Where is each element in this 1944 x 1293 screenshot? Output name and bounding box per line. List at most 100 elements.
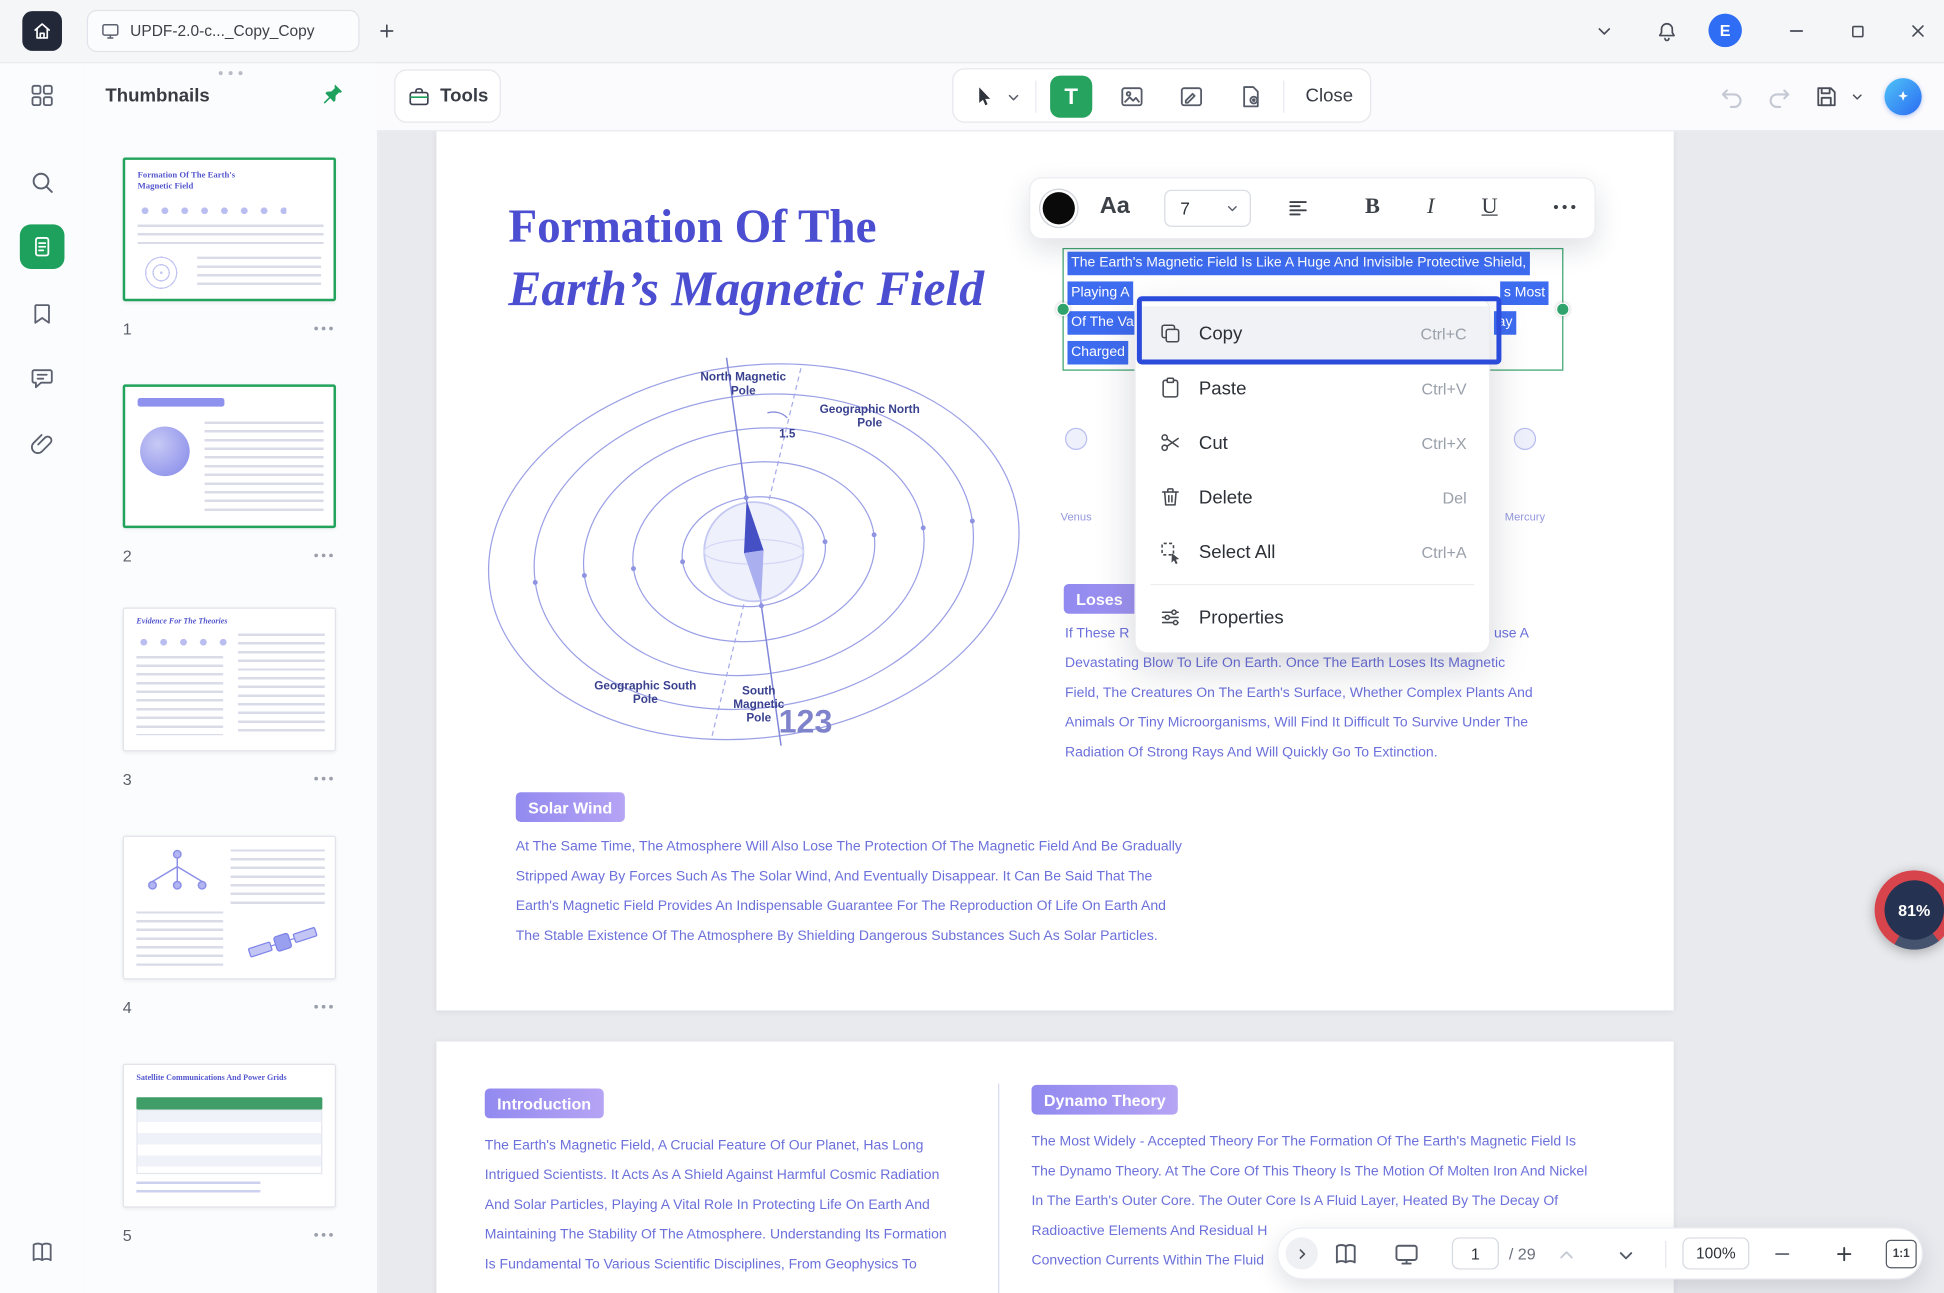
thumb4-menu-button[interactable] (311, 1002, 336, 1012)
link-tool-button[interactable] (1230, 76, 1272, 118)
italic-button[interactable]: I (1427, 193, 1434, 219)
minimize-button[interactable] (1782, 16, 1812, 46)
context-menu-item-paste[interactable]: Paste Ctrl+V (1136, 361, 1489, 416)
thumb4-tree-placeholder (134, 847, 221, 903)
zoom-out-button[interactable] (1772, 1244, 1793, 1265)
save-button[interactable] (1813, 82, 1840, 109)
divider (1035, 81, 1036, 113)
thumb3-dots-placeholder (136, 636, 235, 648)
text-tool-button[interactable]: T (1050, 76, 1092, 118)
next-page-button[interactable] (1615, 1245, 1636, 1266)
watermark-tool-button[interactable] (1170, 76, 1212, 118)
notifications-button[interactable] (1651, 16, 1681, 46)
dots-icon (311, 1002, 336, 1012)
font-family-button[interactable]: Aa (1100, 193, 1130, 220)
save-dropdown[interactable] (1850, 89, 1865, 104)
column-divider (998, 1084, 999, 1293)
selected-text-line: Charged (1067, 341, 1128, 365)
page-total-label: / 29 (1509, 1245, 1536, 1264)
zoom-value: 100% (1696, 1245, 1736, 1262)
thumbnail-page-3[interactable]: Evidence For The Theories (123, 608, 336, 752)
selection-handle-left[interactable] (1056, 303, 1070, 317)
context-menu-item-delete[interactable]: Delete Del (1136, 470, 1489, 525)
thumbnails-tab-button[interactable] (20, 224, 65, 269)
undo-button[interactable] (1718, 82, 1745, 109)
trash-icon (1158, 485, 1183, 510)
maximize-button[interactable] (1842, 16, 1872, 46)
chevron-down-icon (1225, 201, 1240, 216)
tabs-dropdown-button[interactable] (1589, 16, 1619, 46)
align-button[interactable] (1286, 196, 1311, 221)
close-edit-button[interactable]: Close (1306, 69, 1354, 121)
page-layout-button[interactable] (1332, 1240, 1361, 1269)
thumbnail-page-4[interactable] (123, 836, 336, 980)
paragraph-line: Intrigued Scientists. It Acts As A Shiel… (485, 1168, 940, 1183)
previous-page-button[interactable] (1556, 1245, 1577, 1266)
zoom-level-box[interactable]: 100% (1682, 1237, 1749, 1269)
context-menu-item-copy[interactable]: Copy Ctrl+C (1136, 306, 1489, 361)
thumb3-menu-button[interactable] (311, 774, 336, 784)
font-size-select[interactable]: 7 (1164, 190, 1251, 227)
context-menu-item-select-all[interactable]: Select All Ctrl+A (1136, 524, 1489, 579)
home-icon (31, 20, 53, 42)
maximize-icon (1848, 22, 1867, 41)
bookmarks-button[interactable] (29, 300, 56, 327)
avatar-initial: E (1708, 14, 1741, 47)
new-tab-button[interactable] (372, 16, 402, 46)
paragraph-line: Radioactive Elements And Residual H (1032, 1224, 1268, 1239)
account-avatar[interactable]: E (1708, 14, 1741, 47)
thumbnail-page-5[interactable]: Satellite Communications And Power Grids (123, 1064, 336, 1208)
thumb2-diagram-placeholder (140, 426, 190, 476)
underline-button[interactable]: U (1482, 193, 1498, 219)
ai-assistant-button[interactable] (1884, 77, 1921, 114)
image-tool-button[interactable] (1111, 76, 1153, 118)
thumb5-menu-button[interactable] (311, 1230, 336, 1240)
context-menu-item-properties[interactable]: Properties (1136, 590, 1489, 645)
context-menu-item-cut[interactable]: Cut Ctrl+X (1136, 415, 1489, 470)
paragraph-line: use A (1494, 626, 1529, 641)
apps-grid-button[interactable] (29, 82, 56, 109)
close-window-button[interactable] (1903, 16, 1933, 46)
menu-separator (1151, 584, 1475, 585)
thumb1-diagram-placeholder (140, 252, 182, 294)
dots-icon (213, 67, 248, 79)
home-button[interactable] (22, 11, 62, 51)
ratio-label: 1:1 (1893, 1247, 1910, 1261)
search-button[interactable] (29, 169, 56, 196)
presentation-mode-button[interactable] (1392, 1240, 1421, 1269)
zoom-in-button[interactable] (1834, 1244, 1855, 1265)
paragraph-line: Radiation Of Strong Rays And Will Quickl… (1065, 745, 1438, 760)
cut-icon (1158, 430, 1183, 455)
page-number-input[interactable] (1452, 1237, 1499, 1269)
expand-panel-button[interactable] (1286, 1237, 1318, 1269)
document-tab[interactable]: UPDF-2.0-c..._Copy_Copy (87, 10, 360, 52)
actual-size-button[interactable]: 1:1 (1886, 1240, 1917, 1269)
tools-button[interactable]: Tools (394, 69, 501, 122)
attachments-button[interactable] (29, 431, 56, 458)
divider (1283, 81, 1284, 113)
progress-widget[interactable]: 81% (1875, 870, 1944, 949)
bold-button[interactable]: B (1365, 193, 1380, 219)
select-tool-dropdown[interactable] (1001, 76, 1026, 118)
comments-button[interactable] (29, 365, 56, 392)
reader-mode-button[interactable] (29, 1239, 56, 1266)
select-tool-button[interactable] (963, 76, 1005, 118)
dots-icon (311, 324, 336, 334)
label-axis-angle: 1.5 (774, 428, 801, 442)
text-color-swatch[interactable] (1043, 192, 1075, 224)
more-format-button[interactable] (1551, 201, 1578, 213)
diagram-figure-number: 123 (779, 703, 833, 741)
thumbnail-page-1[interactable]: Formation Of The Earth's Magnetic Field (123, 157, 336, 301)
thumbnail-page-2[interactable] (123, 384, 336, 528)
thumb2-menu-button[interactable] (311, 550, 336, 560)
selection-handle-right[interactable] (1556, 303, 1570, 317)
redo-button[interactable] (1765, 82, 1792, 109)
thumb1-menu-button[interactable] (311, 324, 336, 334)
thumbnails-panel-handle[interactable] (213, 67, 248, 79)
thumb1-planets-placeholder (138, 205, 287, 217)
tools-label: Tools (440, 86, 488, 107)
document-icon (30, 234, 55, 259)
bell-icon (1655, 19, 1679, 43)
thumb4-satellite-placeholder (243, 914, 322, 971)
pin-panel-button[interactable] (320, 82, 345, 107)
